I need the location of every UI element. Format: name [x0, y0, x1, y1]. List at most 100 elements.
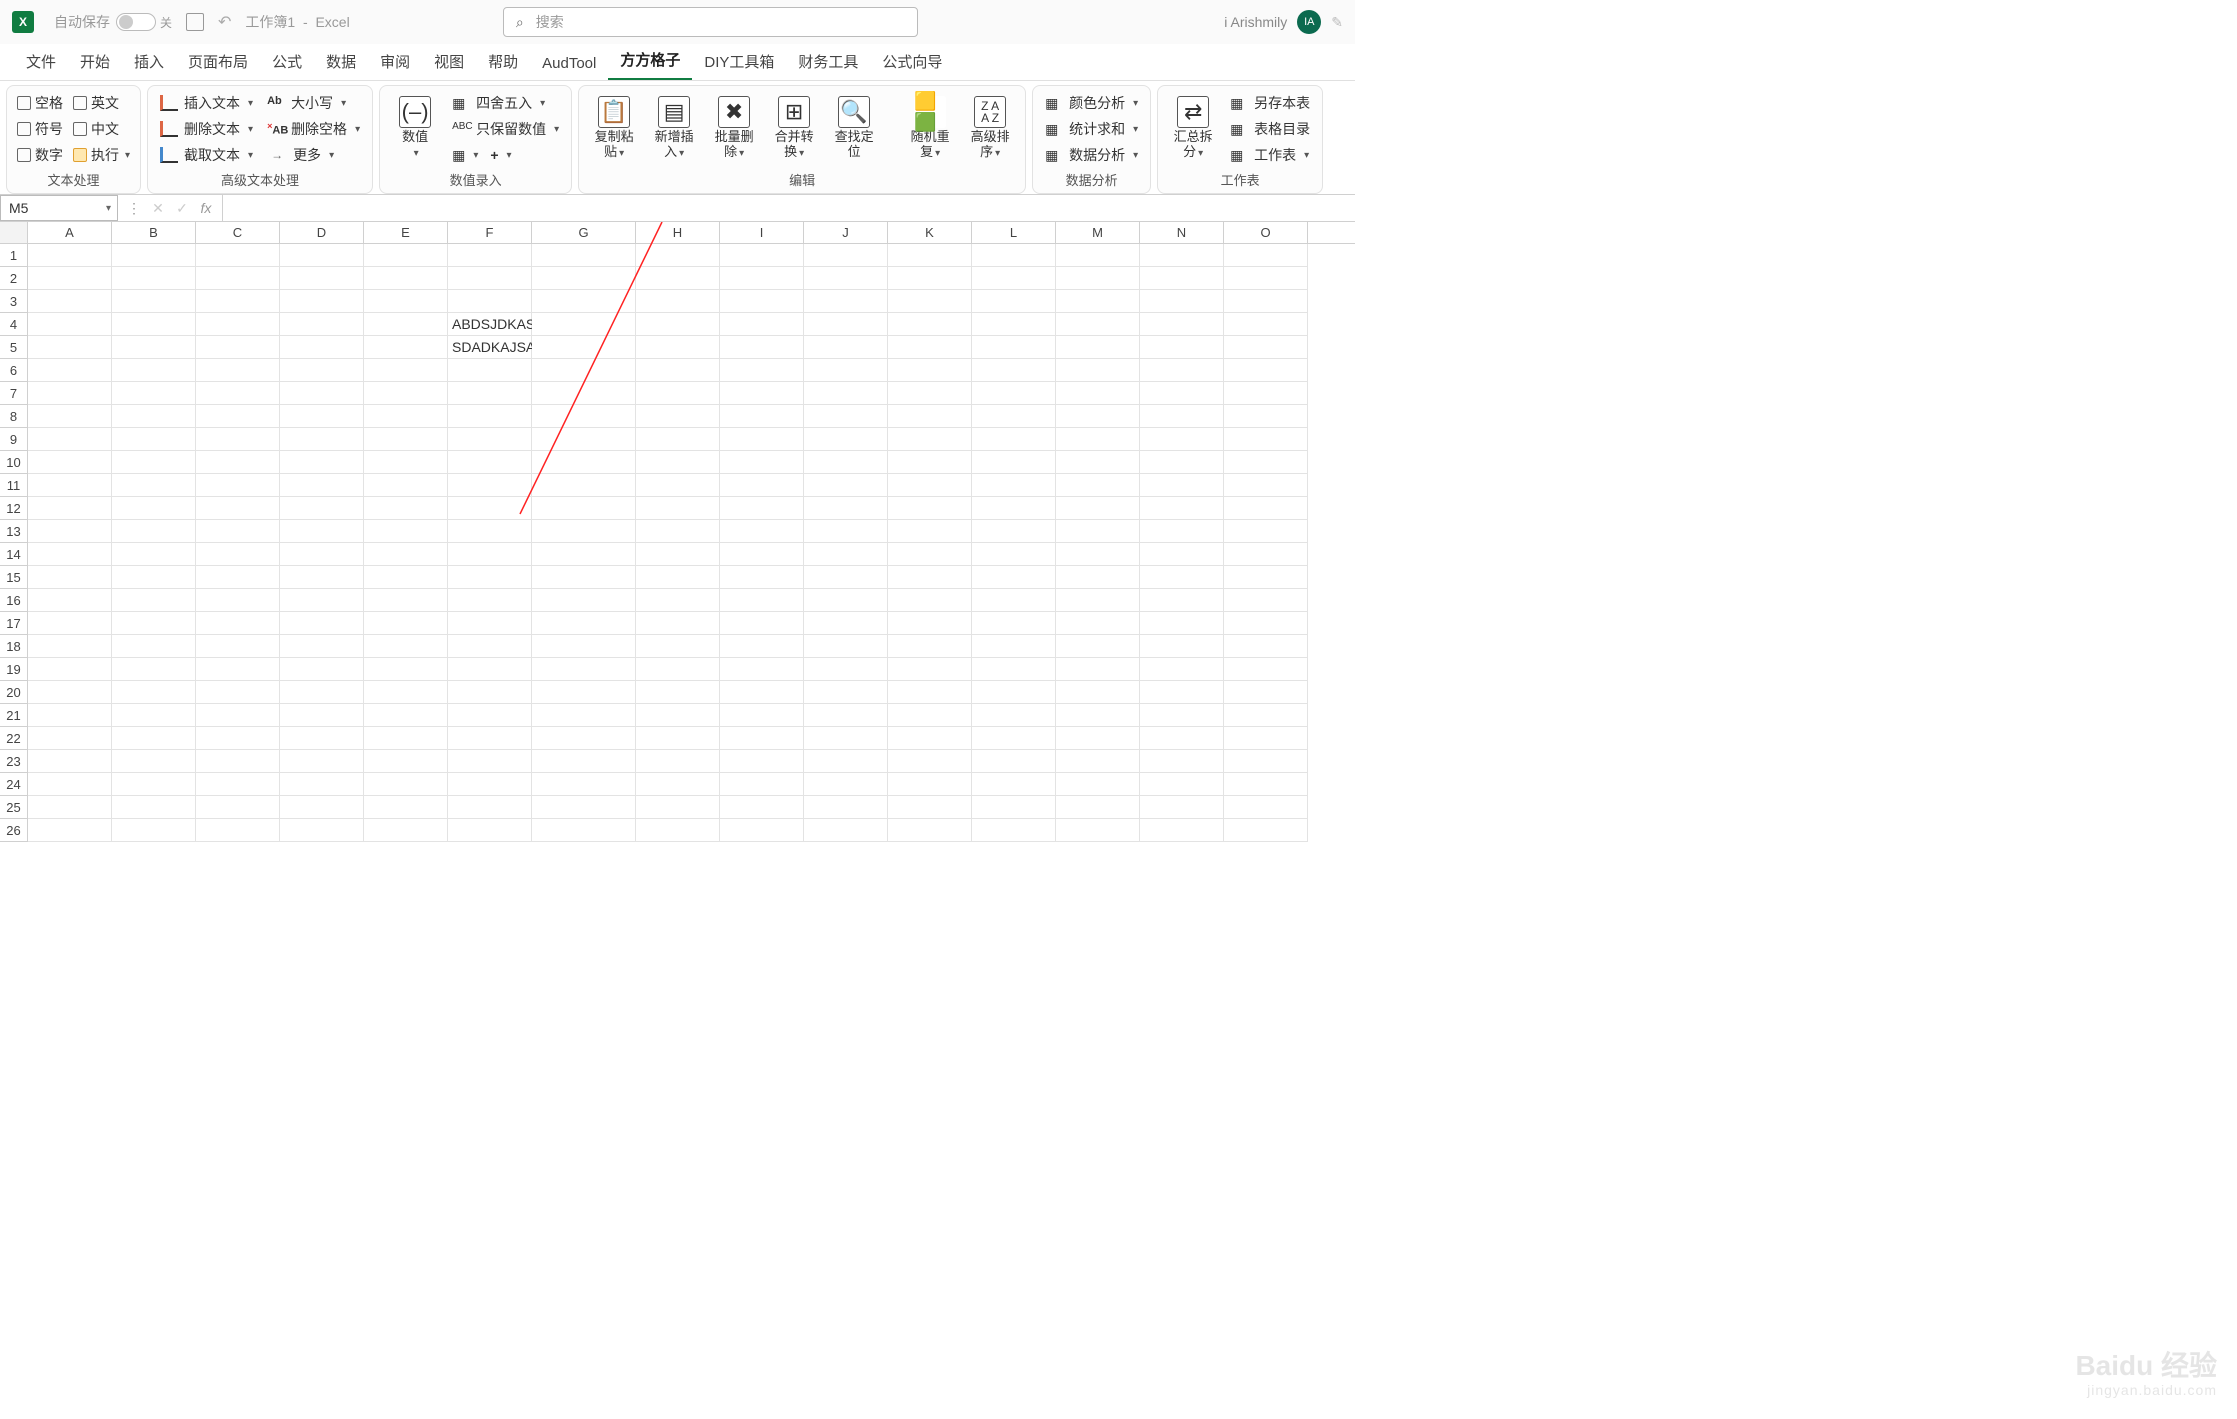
- cell-M7[interactable]: [1056, 382, 1140, 405]
- cell-J3[interactable]: [804, 290, 888, 313]
- cell-N10[interactable]: [1140, 451, 1224, 474]
- col-header-A[interactable]: A: [28, 222, 112, 243]
- cell-K4[interactable]: [888, 313, 972, 336]
- cell-A20[interactable]: [28, 681, 112, 704]
- cell-L22[interactable]: [972, 727, 1056, 750]
- cell-H18[interactable]: [636, 635, 720, 658]
- cell-F15[interactable]: [448, 566, 532, 589]
- cell-E15[interactable]: [364, 566, 448, 589]
- cell-H26[interactable]: [636, 819, 720, 842]
- cell-M16[interactable]: [1056, 589, 1140, 612]
- user-avatar[interactable]: IA: [1297, 10, 1321, 34]
- btn-sheet[interactable]: ▦工作表▾: [1226, 144, 1314, 166]
- row-header-25[interactable]: 25: [0, 796, 28, 819]
- cell-O10[interactable]: [1224, 451, 1308, 474]
- btn-summary[interactable]: ⇄汇总拆分▾: [1166, 92, 1220, 166]
- col-header-B[interactable]: B: [112, 222, 196, 243]
- cell-K9[interactable]: [888, 428, 972, 451]
- cell-F5[interactable]: SDADKAJSADD: [448, 336, 532, 359]
- row-header-24[interactable]: 24: [0, 773, 28, 796]
- cell-E17[interactable]: [364, 612, 448, 635]
- row-header-5[interactable]: 5: [0, 336, 28, 359]
- cell-G7[interactable]: [532, 382, 636, 405]
- cell-F2[interactable]: [448, 267, 532, 290]
- confirm-icon[interactable]: ✓: [172, 200, 192, 217]
- cell-M4[interactable]: [1056, 313, 1140, 336]
- cell-N22[interactable]: [1140, 727, 1224, 750]
- cell-O4[interactable]: [1224, 313, 1308, 336]
- cell-A10[interactable]: [28, 451, 112, 474]
- cell-L14[interactable]: [972, 543, 1056, 566]
- cell-G11[interactable]: [532, 474, 636, 497]
- cell-J17[interactable]: [804, 612, 888, 635]
- cell-A17[interactable]: [28, 612, 112, 635]
- tab-6[interactable]: 审阅: [368, 45, 422, 80]
- cell-N1[interactable]: [1140, 244, 1224, 267]
- cell-M18[interactable]: [1056, 635, 1140, 658]
- cell-O2[interactable]: [1224, 267, 1308, 290]
- row-header-21[interactable]: 21: [0, 704, 28, 727]
- cell-B26[interactable]: [112, 819, 196, 842]
- cell-E19[interactable]: [364, 658, 448, 681]
- cell-A1[interactable]: [28, 244, 112, 267]
- cell-G5[interactable]: [532, 336, 636, 359]
- cell-M14[interactable]: [1056, 543, 1140, 566]
- cell-C5[interactable]: [196, 336, 280, 359]
- cell-E11[interactable]: [364, 474, 448, 497]
- cell-O24[interactable]: [1224, 773, 1308, 796]
- cell-C3[interactable]: [196, 290, 280, 313]
- cell-J12[interactable]: [804, 497, 888, 520]
- btn-case[interactable]: Ab大小写▾: [263, 92, 364, 114]
- cell-J24[interactable]: [804, 773, 888, 796]
- cell-D13[interactable]: [280, 520, 364, 543]
- cell-M6[interactable]: [1056, 359, 1140, 382]
- btn-round[interactable]: ▦四舍五入▾: [448, 92, 563, 114]
- cell-M3[interactable]: [1056, 290, 1140, 313]
- cell-J15[interactable]: [804, 566, 888, 589]
- cell-O20[interactable]: [1224, 681, 1308, 704]
- cell-G17[interactable]: [532, 612, 636, 635]
- cell-D15[interactable]: [280, 566, 364, 589]
- cell-M13[interactable]: [1056, 520, 1140, 543]
- cell-H19[interactable]: [636, 658, 720, 681]
- cell-C11[interactable]: [196, 474, 280, 497]
- cell-B21[interactable]: [112, 704, 196, 727]
- cell-B14[interactable]: [112, 543, 196, 566]
- btn-merge[interactable]: ⊞合并转换▾: [767, 92, 821, 166]
- cell-H17[interactable]: [636, 612, 720, 635]
- cell-G1[interactable]: [532, 244, 636, 267]
- cell-M10[interactable]: [1056, 451, 1140, 474]
- cell-L17[interactable]: [972, 612, 1056, 635]
- cell-I19[interactable]: [720, 658, 804, 681]
- cell-A12[interactable]: [28, 497, 112, 520]
- row-header-15[interactable]: 15: [0, 566, 28, 589]
- cell-E22[interactable]: [364, 727, 448, 750]
- cell-B11[interactable]: [112, 474, 196, 497]
- cell-D19[interactable]: [280, 658, 364, 681]
- row-header-16[interactable]: 16: [0, 589, 28, 612]
- cell-J8[interactable]: [804, 405, 888, 428]
- row-header-6[interactable]: 6: [0, 359, 28, 382]
- cell-K1[interactable]: [888, 244, 972, 267]
- cell-C15[interactable]: [196, 566, 280, 589]
- cell-F11[interactable]: [448, 474, 532, 497]
- cell-C21[interactable]: [196, 704, 280, 727]
- cell-J21[interactable]: [804, 704, 888, 727]
- cell-H22[interactable]: [636, 727, 720, 750]
- cell-I17[interactable]: [720, 612, 804, 635]
- cell-J2[interactable]: [804, 267, 888, 290]
- cell-F19[interactable]: [448, 658, 532, 681]
- name-box[interactable]: M5 ▾: [0, 195, 118, 221]
- btn-random[interactable]: 🟨🟩随机重复▾: [903, 92, 957, 166]
- cell-I8[interactable]: [720, 405, 804, 428]
- cancel-icon[interactable]: ✕: [148, 200, 168, 217]
- cell-O6[interactable]: [1224, 359, 1308, 382]
- cell-A25[interactable]: [28, 796, 112, 819]
- cell-C24[interactable]: [196, 773, 280, 796]
- cell-F24[interactable]: [448, 773, 532, 796]
- cell-F3[interactable]: [448, 290, 532, 313]
- cell-F9[interactable]: [448, 428, 532, 451]
- tab-7[interactable]: 视图: [422, 45, 476, 80]
- btn-extract-text[interactable]: 截取文本▾: [156, 144, 257, 166]
- chk-english[interactable]: 英文: [71, 92, 132, 114]
